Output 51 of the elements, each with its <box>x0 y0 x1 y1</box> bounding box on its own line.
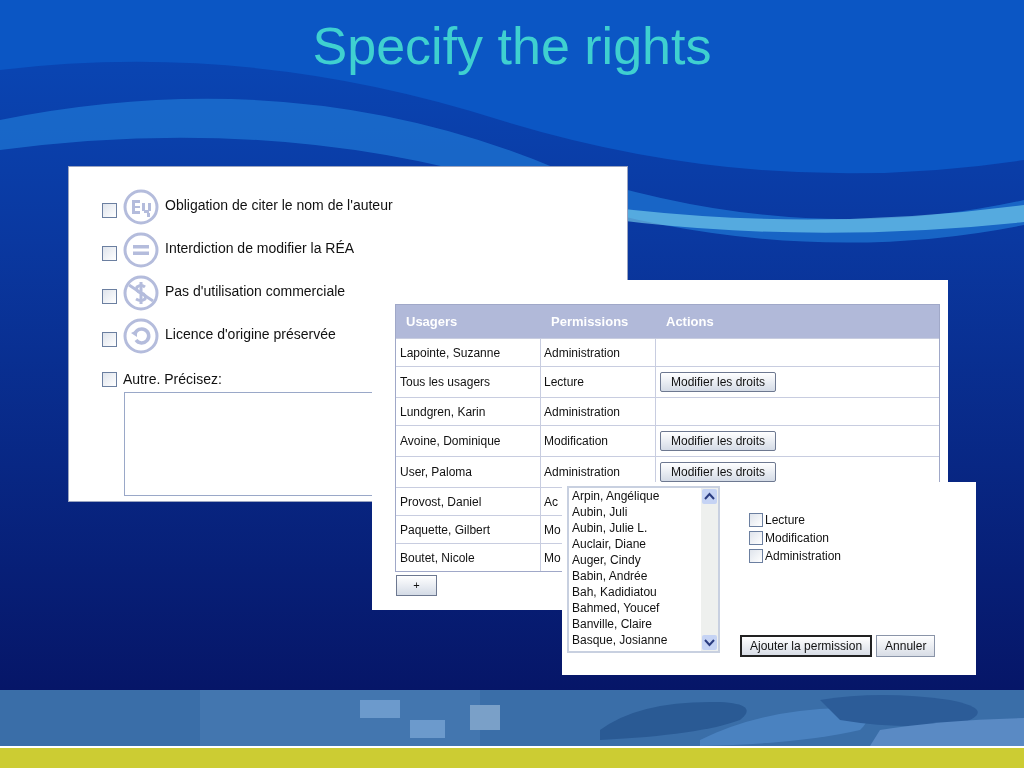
user-list[interactable]: Arpin, Angélique Aubin, Juli Aubin, Julie L. Auclair, Diane Auger, Cindy Babin, Andrée Bah, Kadidiatou Bahmed, Youcef Banville, Claire Basque, Josianne <box>567 486 720 653</box>
permission-label: Administration <box>765 549 842 563</box>
column-header: Actions <box>665 312 715 331</box>
table-cell: Avoine, Dominique <box>396 426 541 456</box>
table-cell: Paquette, Gilbert <box>396 516 541 543</box>
equals-icon <box>123 232 159 268</box>
modify-rights-button[interactable]: Modifier les droits <box>660 431 777 451</box>
table-cell: Administration <box>541 339 656 366</box>
table-cell: Provost, Daniel <box>396 488 541 515</box>
table-cell: Boutet, Nicole <box>396 544 541 571</box>
text-area[interactable] <box>124 392 373 496</box>
checkbox[interactable] <box>102 289 117 304</box>
modify-rights-button[interactable]: Modifier les droits <box>660 372 777 392</box>
table-cell: Administration <box>541 398 656 425</box>
checkbox[interactable] <box>749 549 763 563</box>
column-header: Permissions <box>550 312 630 331</box>
checkbox[interactable] <box>102 246 117 261</box>
license-label: Interdiction de modifier la RÉA <box>165 239 355 258</box>
list-item[interactable]: Bah, Kadidiatou <box>572 584 701 600</box>
table-cell: Modification <box>541 426 656 456</box>
list-item[interactable]: Babin, Andrée <box>572 568 701 584</box>
other-label: Autre. Précisez: <box>123 370 222 389</box>
table-cell: Lapointe, Suzanne <box>396 339 541 366</box>
checkbox[interactable] <box>102 332 117 347</box>
modify-rights-button[interactable]: Modifier les droits <box>660 462 777 482</box>
table-cell: Lecture <box>541 367 656 397</box>
list-item[interactable]: Basque, Josianne <box>572 632 701 648</box>
attribution-icon <box>123 189 159 225</box>
license-label: Licence d'origine préservée <box>165 325 336 344</box>
add-permission-button[interactable]: Ajouter la permission <box>740 635 873 657</box>
permission-label: Lecture <box>765 513 806 527</box>
checkbox[interactable] <box>102 203 117 218</box>
list-item[interactable]: Bahmed, Youcef <box>572 600 701 616</box>
license-label: Obligation de citer le nom de l'auteur <box>165 196 393 215</box>
column-header: Usagers <box>405 312 459 331</box>
add-button[interactable]: + <box>396 575 437 596</box>
scroll-down-icon[interactable] <box>701 634 718 651</box>
table-cell: User, Paloma <box>396 457 541 487</box>
checkbox[interactable] <box>749 531 763 545</box>
license-label: Pas d'utilisation commerciale <box>165 282 346 301</box>
checkbox[interactable] <box>102 372 117 387</box>
permission-label: Modification <box>765 531 830 545</box>
scrollbar[interactable] <box>701 488 718 651</box>
cancel-button[interactable]: Annuler <box>876 635 936 657</box>
list-item[interactable]: Banville, Claire <box>572 616 701 632</box>
table-cell: Tous les usagers <box>396 367 541 397</box>
checkbox[interactable] <box>749 513 763 527</box>
slide-title: Specify the rights <box>311 16 713 77</box>
table-cell: Lundgren, Karin <box>396 398 541 425</box>
crossed-dollar-icon <box>123 275 159 311</box>
scroll-up-icon[interactable] <box>701 488 718 505</box>
